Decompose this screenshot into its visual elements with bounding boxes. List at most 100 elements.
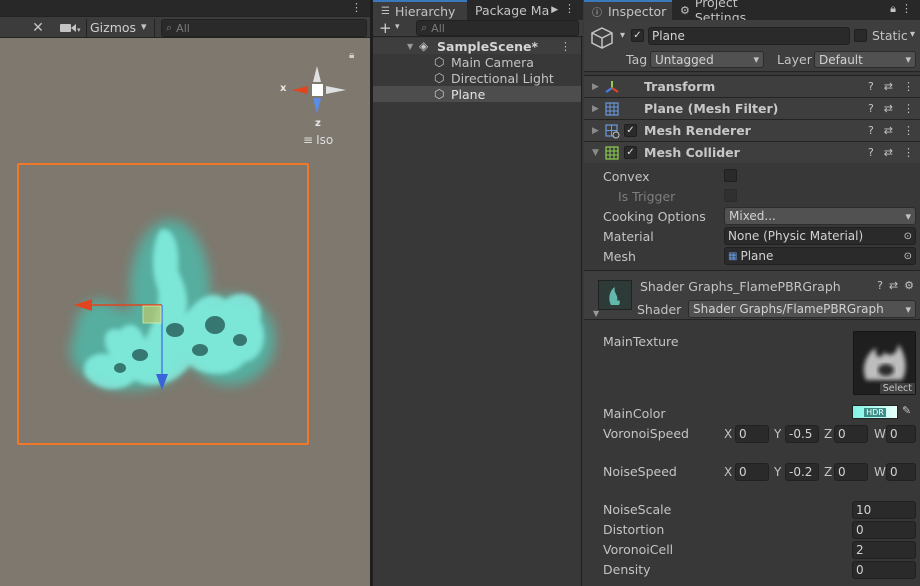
- noise-speed-y-field[interactable]: -0.2: [785, 463, 819, 481]
- scene-search-placeholder: All: [176, 21, 190, 35]
- noise-speed-x-field[interactable]: 0: [735, 463, 769, 481]
- more-icon[interactable]: ⋮: [903, 146, 914, 159]
- add-icon[interactable]: +: [379, 19, 392, 37]
- field-value: 10: [856, 503, 872, 517]
- tab-scroll-right-icon[interactable]: ▶: [551, 5, 558, 15]
- component-mesh-filter[interactable]: ▶ Plane (Mesh Filter) ? ⇄ ⋮: [584, 97, 920, 119]
- tag-value: Untagged: [655, 52, 714, 67]
- lock-icon[interactable]: 🔒︎: [349, 50, 354, 61]
- physic-material-field[interactable]: None (Physic Material) ⊙: [724, 227, 916, 245]
- fold-arrow-icon[interactable]: ▼: [407, 42, 413, 51]
- texture-select-button[interactable]: Select: [879, 383, 915, 394]
- iso-toggle[interactable]: ≡ Iso: [303, 133, 333, 147]
- voronoi-cell-field[interactable]: 2: [852, 541, 916, 559]
- tab-package-manager[interactable]: Package Ma ▶: [467, 0, 567, 20]
- help-icon[interactable]: ?: [877, 279, 883, 292]
- fold-arrow-icon[interactable]: ▼: [592, 148, 599, 158]
- component-transform[interactable]: ▶ Transform ? ⇄ ⋮: [584, 75, 920, 97]
- transform-icon: [605, 81, 619, 93]
- fold-arrow-icon[interactable]: ▶: [592, 82, 599, 92]
- move-gizmo[interactable]: [70, 290, 180, 390]
- cooking-options-dropdown[interactable]: Mixed...: [724, 207, 916, 225]
- tab-inspector[interactable]: ⓘ Inspector: [584, 0, 672, 20]
- inspector-more-icon[interactable]: ⋮: [901, 2, 912, 15]
- static-dropdown-icon[interactable]: ▾: [910, 29, 915, 40]
- object-name-field[interactable]: Plane: [648, 27, 850, 45]
- distortion-field[interactable]: 0: [852, 521, 916, 539]
- gear-icon[interactable]: ⚙: [904, 279, 914, 292]
- lock-icon[interactable]: 🔒︎: [890, 2, 896, 16]
- layer-dropdown[interactable]: Default: [814, 51, 916, 68]
- main-texture-slot[interactable]: Select: [853, 331, 916, 395]
- tab-hierarchy[interactable]: ☰ Hierarchy: [373, 0, 467, 20]
- help-icon[interactable]: ?: [868, 146, 874, 159]
- more-icon[interactable]: ⋮: [903, 124, 914, 137]
- main-color-label: MainColor: [603, 406, 666, 421]
- noise-speed-label: NoiseSpeed: [603, 464, 677, 479]
- fold-arrow-icon[interactable]: ▶: [592, 104, 599, 114]
- fold-arrow-icon[interactable]: ▶: [592, 126, 599, 136]
- component-actions: ? ⇄ ⋮: [868, 146, 914, 159]
- material-preview-thumbnail: [598, 280, 632, 310]
- voronoi-speed-w-field[interactable]: 0: [886, 425, 916, 443]
- tag-dropdown[interactable]: Untagged: [650, 51, 764, 68]
- is-trigger-checkbox: [724, 189, 737, 202]
- camera-icon[interactable]: ▾: [56, 19, 84, 37]
- list-item[interactable]: ⬡ Directional Light: [373, 70, 581, 86]
- list-item-selected[interactable]: ⬡ Plane: [373, 86, 581, 102]
- noise-scale-field[interactable]: 10: [852, 501, 916, 519]
- component-actions: ? ⇄ ⋮: [868, 124, 914, 137]
- help-icon[interactable]: ?: [868, 102, 874, 115]
- add-dropdown-icon[interactable]: ▾: [395, 22, 400, 32]
- tab-project-settings[interactable]: ⚙ Project Settings: [672, 0, 796, 25]
- hierarchy-more-icon[interactable]: ⋮: [564, 2, 575, 15]
- shader-dropdown[interactable]: Shader Graphs/FlamePBRGraph: [688, 300, 916, 318]
- component-enabled-checkbox[interactable]: ✓: [624, 124, 637, 137]
- hierarchy-search-input[interactable]: ⌕ All: [416, 20, 579, 36]
- component-mesh-renderer[interactable]: ▶ ✓ Mesh Renderer ? ⇄ ⋮: [584, 119, 920, 141]
- scene-tab-strip: ⋮: [0, 0, 370, 16]
- more-icon[interactable]: ⋮: [903, 102, 914, 115]
- more-icon[interactable]: ⋮: [903, 80, 914, 93]
- dropdown-icon[interactable]: ▾: [620, 30, 625, 41]
- static-checkbox[interactable]: [854, 29, 867, 42]
- scene-search-input[interactable]: ⌕ All: [161, 19, 367, 37]
- eyedropper-icon[interactable]: ✎: [902, 404, 911, 417]
- component-enabled-checkbox[interactable]: ✓: [624, 146, 637, 159]
- voronoi-speed-x-field[interactable]: 0: [735, 425, 769, 443]
- field-value: 0: [856, 563, 864, 577]
- mesh-field[interactable]: ▦ Plane ⊙: [724, 247, 916, 265]
- scene-more-icon[interactable]: ⋮: [351, 1, 362, 14]
- density-field[interactable]: 0: [852, 561, 916, 579]
- gizmos-button[interactable]: Gizmos: [90, 20, 136, 35]
- preset-icon[interactable]: ⇄: [884, 146, 893, 159]
- scene-view[interactable]: ⋮ ✕ ▾ Gizmos ▾ ⌕ All 🔒︎ x z ≡ Iso: [0, 0, 370, 586]
- convex-checkbox[interactable]: [724, 169, 737, 182]
- preset-icon[interactable]: ⇄: [884, 80, 893, 93]
- main-color-swatch[interactable]: HDR: [852, 405, 898, 419]
- list-item[interactable]: ⬡ Main Camera: [373, 54, 581, 70]
- voronoi-speed-z-field[interactable]: 0: [834, 425, 868, 443]
- gameobject-icon: ⬡: [434, 71, 445, 85]
- scene-more-icon[interactable]: ⋮: [560, 40, 571, 53]
- help-icon[interactable]: ?: [868, 80, 874, 93]
- component-name: Mesh Collider: [644, 145, 740, 160]
- axis-w-label: W: [874, 427, 886, 441]
- fold-arrow-icon[interactable]: ▼: [593, 309, 599, 318]
- tools-icon[interactable]: ✕: [28, 19, 48, 37]
- object-picker-icon[interactable]: ⊙: [904, 251, 912, 262]
- preset-icon[interactable]: ⇄: [884, 124, 893, 137]
- help-icon[interactable]: ?: [868, 124, 874, 137]
- hierarchy-panel: ☰ Hierarchy Package Ma ▶ ⋮ + ▾ ⌕ All ▼ ◈…: [372, 0, 583, 586]
- scene-row[interactable]: ▼ ◈ SampleScene* ⋮: [373, 38, 581, 54]
- gizmos-dropdown-icon[interactable]: ▾: [141, 20, 147, 33]
- object-picker-icon[interactable]: ⊙: [904, 231, 912, 242]
- preset-icon[interactable]: ⇄: [889, 279, 898, 292]
- preset-icon[interactable]: ⇄: [884, 102, 893, 115]
- voronoi-speed-y-field[interactable]: -0.5: [785, 425, 819, 443]
- orientation-gizmo[interactable]: x z: [280, 62, 352, 132]
- active-checkbox[interactable]: ✓: [631, 29, 644, 42]
- component-mesh-collider[interactable]: ▼ ✓ Mesh Collider ? ⇄ ⋮: [584, 141, 920, 163]
- noise-speed-z-field[interactable]: 0: [834, 463, 868, 481]
- noise-speed-w-field[interactable]: 0: [886, 463, 916, 481]
